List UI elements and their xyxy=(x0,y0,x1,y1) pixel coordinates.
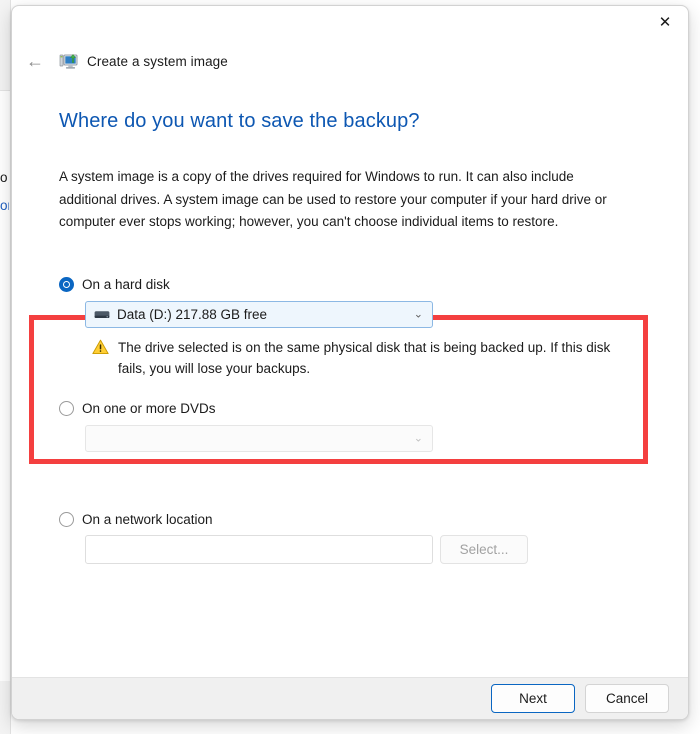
radio-label-hard-disk: On a hard disk xyxy=(82,277,170,292)
description-text: A system image is a copy of the drives r… xyxy=(59,166,632,234)
hard-disk-drive-dropdown[interactable]: Data (D:) 217.88 GB free ⌄ xyxy=(85,301,433,328)
radio-label-dvds: On one or more DVDs xyxy=(82,401,216,416)
chevron-down-icon: ⌄ xyxy=(414,309,423,320)
same-disk-warning: The drive selected is on the same physic… xyxy=(92,337,632,379)
dialog-footer: Next Cancel xyxy=(12,677,688,719)
hard-drive-icon xyxy=(94,309,110,321)
dvd-drive-dropdown[interactable]: ⌄ xyxy=(85,425,433,452)
select-network-location-button[interactable]: Select... xyxy=(440,535,528,564)
dialog-title: Create a system image xyxy=(87,54,228,69)
radio-network-location[interactable] xyxy=(59,512,74,527)
next-button[interactable]: Next xyxy=(491,684,575,713)
cancel-button[interactable]: Cancel xyxy=(585,684,669,713)
network-location-input[interactable] xyxy=(85,535,433,564)
dialog-content: Where do you want to save the backup? A … xyxy=(12,84,688,678)
page-title: Where do you want to save the backup? xyxy=(59,110,420,133)
radio-hard-disk[interactable] xyxy=(59,277,74,292)
back-arrow-icon[interactable]: ← xyxy=(22,48,48,74)
dialog-titlebar: ✕ ← Create a system image xyxy=(12,6,688,84)
warning-triangle-icon xyxy=(92,339,109,355)
background-text-fragment-1: o xyxy=(0,170,9,185)
chevron-down-icon: ⌄ xyxy=(414,433,423,444)
hard-disk-drive-value: Data (D:) 217.88 GB free xyxy=(117,307,267,322)
option-group-hard-disk: On a hard disk xyxy=(12,277,688,292)
dialog-nav-row: ← Create a system image xyxy=(12,46,688,76)
create-system-image-dialog: ✕ ← Create a system image Where do you w… xyxy=(11,5,689,720)
close-icon[interactable]: ✕ xyxy=(642,6,688,38)
radio-label-network-location: On a network location xyxy=(82,512,213,527)
option-group-network-location: On a network location xyxy=(12,512,688,527)
computer-backup-icon xyxy=(59,51,79,71)
same-disk-warning-text: The drive selected is on the same physic… xyxy=(118,337,630,379)
option-group-dvds: On one or more DVDs xyxy=(12,401,688,416)
radio-row-dvds[interactable]: On one or more DVDs xyxy=(59,401,688,416)
radio-dvds[interactable] xyxy=(59,401,74,416)
radio-row-hard-disk[interactable]: On a hard disk xyxy=(59,277,688,292)
radio-row-network-location[interactable]: On a network location xyxy=(59,512,688,527)
background-text-fragment-2: on xyxy=(0,198,9,213)
